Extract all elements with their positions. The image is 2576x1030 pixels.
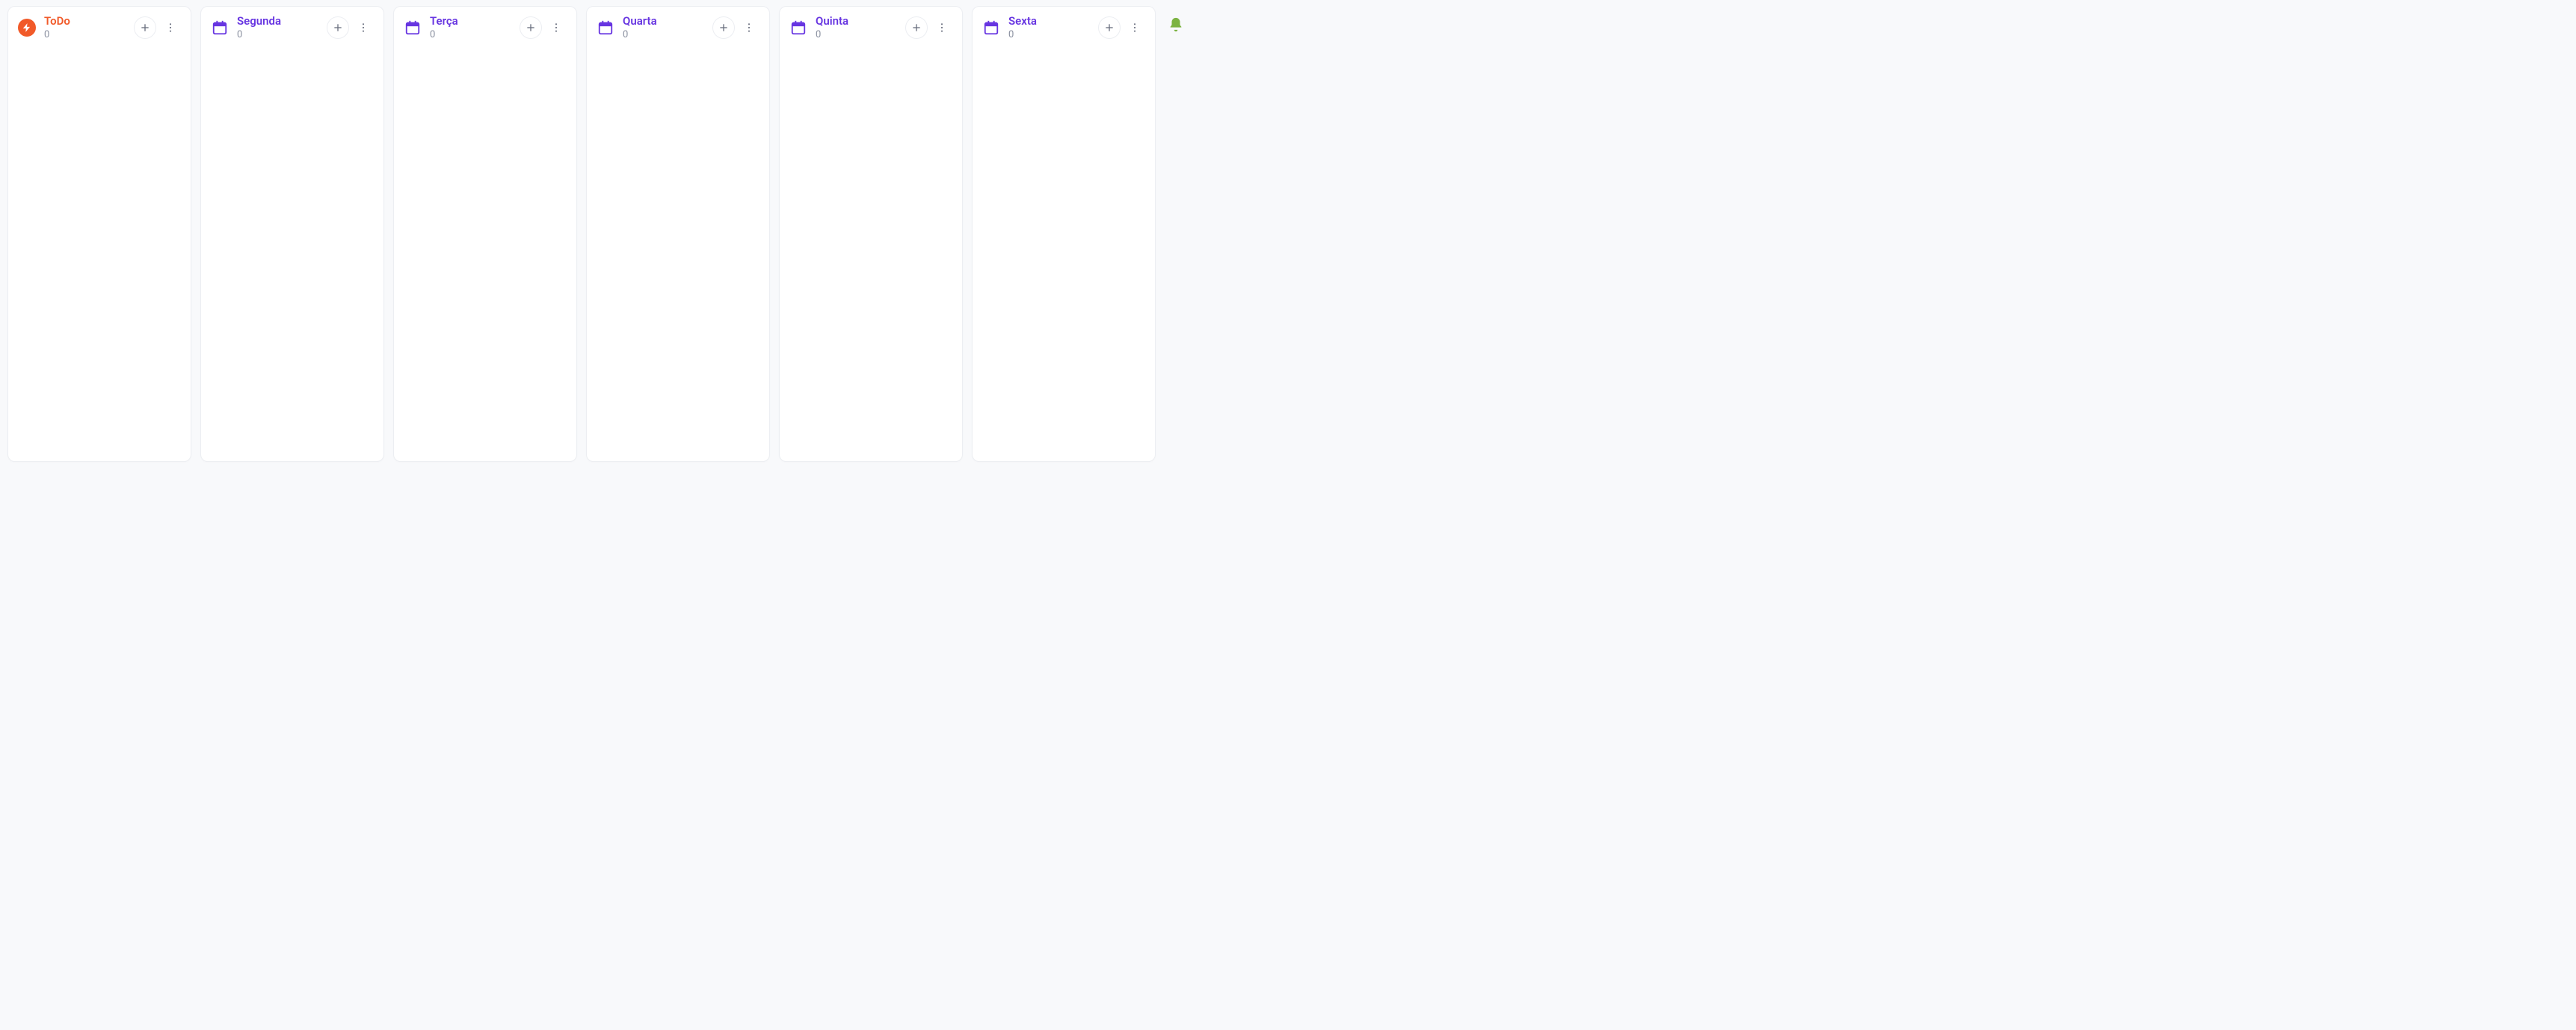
column-todo: ToDo 0 (7, 6, 191, 462)
column-count: 0 (623, 29, 705, 41)
column-count: 0 (430, 29, 512, 41)
column-title[interactable]: ToDo (44, 14, 126, 28)
column-terca: Terça 0 (393, 6, 577, 462)
column-header: Quinta 0 (780, 7, 962, 49)
kanban-board: ToDo 0 Segunda 0 (7, 6, 2569, 462)
column-menu-button[interactable] (545, 16, 567, 39)
column-count: 0 (816, 29, 898, 41)
column-header: Terça 0 (394, 7, 576, 49)
todo-icon (17, 18, 37, 37)
column-header: Segunda 0 (201, 7, 383, 49)
column-quarta: Quarta 0 (586, 6, 770, 462)
calendar-icon (403, 18, 422, 37)
add-card-button[interactable] (134, 16, 156, 39)
add-card-button[interactable] (520, 16, 542, 39)
column-title[interactable]: Segunda (237, 14, 319, 28)
column-menu-button[interactable] (1124, 16, 1146, 39)
calendar-icon (596, 18, 615, 37)
column-title[interactable]: Quarta (623, 14, 705, 28)
add-card-button[interactable] (905, 16, 928, 39)
column-count: 0 (44, 29, 126, 41)
calendar-icon (210, 18, 229, 37)
column-title[interactable]: Sexta (1008, 14, 1091, 28)
column-count: 0 (237, 29, 319, 41)
column-menu-button[interactable] (159, 16, 182, 39)
column-segunda: Segunda 0 (200, 6, 384, 462)
calendar-icon (789, 18, 808, 37)
column-sexta: Sexta 0 (972, 6, 1156, 462)
column-menu-button[interactable] (352, 16, 375, 39)
add-card-button[interactable] (1098, 16, 1121, 39)
column-menu-button[interactable] (931, 16, 953, 39)
column-quinta: Quinta 0 (779, 6, 963, 462)
column-header: ToDo 0 (8, 7, 191, 49)
add-card-button[interactable] (327, 16, 349, 39)
column-title[interactable]: Quinta (816, 14, 898, 28)
column-header: Sexta 0 (973, 7, 1155, 49)
column-header: Quarta 0 (587, 7, 769, 49)
column-menu-button[interactable] (738, 16, 760, 39)
calendar-icon (982, 18, 1001, 37)
add-card-button[interactable] (712, 16, 735, 39)
notifications-area (1165, 6, 1184, 33)
column-title[interactable]: Terça (430, 14, 512, 28)
bell-icon[interactable] (1168, 16, 1184, 33)
column-count: 0 (1008, 29, 1091, 41)
